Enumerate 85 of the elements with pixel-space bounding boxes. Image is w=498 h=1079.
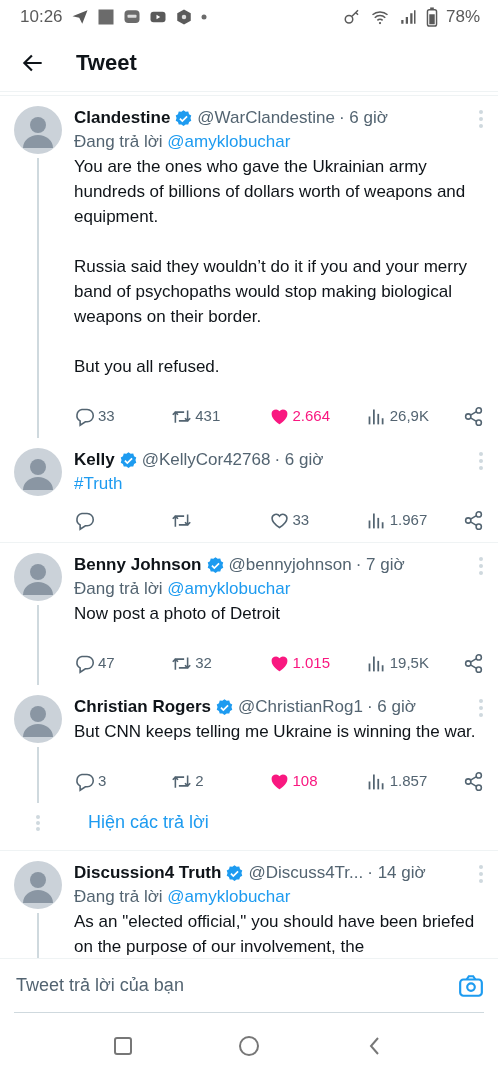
action-count: 108 [292, 770, 318, 791]
camera-button[interactable] [458, 972, 484, 999]
action-count: 1.857 [389, 770, 428, 791]
avatar [14, 553, 62, 601]
more-icon [478, 450, 484, 471]
post-time: · 6 giờ [274, 449, 324, 471]
reply-context: Đang trả lời @amyklobuchar [74, 578, 292, 600]
author-name: Discussion4 Truth [74, 862, 222, 884]
reply-context: Đang trả lời @amyklobuchar [74, 131, 292, 153]
author-handle: @KellyCor42768 [141, 449, 271, 471]
action-count: 2 [195, 770, 204, 791]
share-button[interactable] [463, 508, 484, 532]
action-count: 19,5K [389, 652, 429, 673]
tweet-text: But CNN keeps telling me Ukraine is winning the war. [74, 721, 477, 743]
action-count: 431 [195, 405, 221, 426]
share-button[interactable] [463, 651, 484, 675]
wifi-icon [369, 8, 390, 26]
action-count: 33 [292, 509, 310, 530]
share-button-icon [463, 770, 484, 792]
tweet-text: Russia said they wouldn’t do it if you and your merry band of psychopaths would stop making biological weapons on their border. [74, 256, 469, 328]
action-count: 32 [195, 652, 212, 673]
author-name: Christian Rogers [74, 696, 211, 718]
share-button-icon [463, 652, 484, 674]
action-count: 33 [98, 405, 115, 426]
home-button[interactable] [237, 1033, 261, 1059]
ellipsis-icon [36, 814, 40, 831]
reply-field[interactable]: Tweet trả lời của bạn [14, 971, 458, 1000]
avatar [14, 448, 62, 496]
share-button-icon [463, 509, 484, 531]
chat-app-icon [122, 8, 141, 26]
app-icon [96, 8, 115, 26]
author-handle: @bennyjohnson [228, 554, 352, 576]
post-time: · 7 giờ [355, 554, 405, 576]
more-icon [478, 863, 484, 884]
author-name: Kelly [74, 449, 115, 471]
like-button[interactable]: 1.015 [268, 651, 349, 675]
hexagon-icon [174, 8, 193, 26]
reply-button[interactable]: 33 [74, 404, 154, 428]
author-handle: @Discuss4Tr... [248, 862, 364, 884]
author-handle: @WarClandestine [197, 107, 335, 129]
action-count: 2.664 [292, 405, 331, 426]
more-icon [478, 697, 484, 718]
views-button[interactable]: 19,5K [365, 651, 446, 675]
retweet-button[interactable]: 431 [171, 404, 252, 428]
avatar [14, 861, 62, 909]
home-icon [237, 1034, 261, 1059]
camera-icon [458, 972, 484, 999]
dot-icon [200, 14, 207, 20]
views-button[interactable]: 1.967 [365, 508, 446, 532]
page-title: Tweet [76, 49, 137, 77]
more-icon [478, 108, 484, 129]
reply-button[interactable]: 3 [74, 769, 154, 793]
action-count: 1.015 [292, 652, 331, 673]
tweet-text: As an "elected official," you should have been briefed on the purpose of our involvement, the [74, 911, 476, 958]
action-count: 1.967 [389, 509, 428, 530]
battery-icon [425, 7, 438, 27]
avatar [14, 106, 62, 154]
share-button[interactable] [463, 769, 484, 793]
views-button[interactable]: 26,9K [365, 404, 446, 428]
retweet-button[interactable]: 32 [171, 651, 252, 675]
author-handle: @ChristianRog1 [238, 696, 363, 718]
share-button-icon [463, 405, 484, 427]
avatar [14, 695, 62, 743]
reply-button[interactable]: 47 [74, 651, 154, 675]
like-button[interactable]: 108 [268, 769, 349, 793]
retweet-button[interactable]: 2 [171, 769, 252, 793]
post-time: · 14 giờ [367, 862, 426, 884]
tweet-text: But you all refused. [74, 356, 221, 378]
post-time: · 6 giờ [366, 696, 416, 718]
battery-level: 78% [445, 6, 480, 29]
share-button[interactable] [463, 404, 484, 428]
action-count: 26,9K [389, 405, 429, 426]
like-button[interactable]: 33 [268, 508, 349, 532]
action-count: 47 [98, 652, 115, 673]
post-time: · 6 giờ [338, 107, 388, 129]
like-button[interactable]: 2.664 [268, 404, 349, 428]
author-name: Benny Johnson [74, 554, 202, 576]
views-button[interactable]: 1.857 [365, 769, 446, 793]
author-name: Clandestine [74, 107, 171, 129]
status-time: 10:26 [20, 6, 63, 29]
tweet-text: Now post a photo of Detroit [74, 603, 281, 625]
tweet-text: You are the ones who gave the Ukrainian army hundreds of billions of dollars worth of weapons and equipment. [74, 156, 467, 228]
action-count: 3 [98, 770, 107, 791]
more-icon [478, 555, 484, 576]
reply-context: Đang trả lời @amyklobuchar [74, 886, 292, 908]
